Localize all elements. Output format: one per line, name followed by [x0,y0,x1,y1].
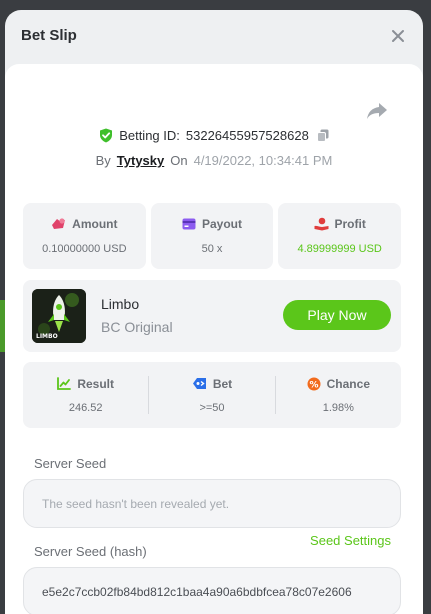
payout-icon [182,218,196,230]
result-column: Result 246.52 [23,377,148,414]
betting-id-row: Betting ID: 53226455957528628 [5,128,423,143]
close-icon [392,30,404,42]
server-seed-label: Server Seed [34,456,107,471]
svg-text:%: % [309,380,318,390]
payout-label: Payout [202,217,243,231]
payout-value: 50 x [201,243,223,255]
profit-value: 4.89999999 USD [297,243,382,255]
user-link[interactable]: Tytysky [117,153,164,168]
seed-settings-link[interactable]: Seed Settings [310,533,391,548]
profit-label: Profit [334,217,366,231]
play-now-button[interactable]: Play Now [283,300,391,330]
bet-tag-icon [192,378,206,389]
modal-header: Bet Slip [5,10,423,64]
server-seed-hash-field[interactable]: e5e2c7ccb02fb84bd812c1baa4a90a6bdbfcea78… [23,567,401,614]
game-thumbnail[interactable]: LIMBO [32,289,86,343]
game-provider: BC Original [101,319,173,335]
bet-label: Bet [212,376,233,391]
by-label: By [95,153,111,168]
betting-id-label: Betting ID: [119,128,180,143]
copy-icon [316,129,329,142]
modal-title: Bet Slip [21,27,77,44]
server-seed-hash-label: Server Seed (hash) [34,544,147,559]
game-thumb-caption: LIMBO [36,333,58,340]
result-icon [57,377,72,390]
profit-card: Profit 4.89999999 USD [278,203,402,269]
amount-label: Amount [72,217,118,231]
shield-check-icon [100,128,113,143]
profit-icon [314,217,328,231]
betting-id-value: 53226455957528628 [185,128,309,143]
bet-slip-content: Betting ID: 53226455957528628 By Tytysky… [5,64,423,614]
share-button[interactable] [365,100,389,122]
server-seed-field[interactable]: The seed hasn't been revealed yet. [23,479,401,528]
chance-icon: % [307,377,321,390]
close-button[interactable] [387,25,409,47]
bet-value: >=50 [199,401,225,414]
amount-value: 0.10000000 USD [42,243,127,255]
game-card: LIMBO Limbo BC Original Play Now [23,280,401,352]
bet-stats: Amount 0.10000000 USD Payout 50 x Profit… [23,203,402,269]
on-label: On [170,153,188,168]
chance-label: Chance [326,376,370,391]
copy-button[interactable] [316,129,329,142]
game-name: Limbo [101,296,140,312]
amount-card: Amount 0.10000000 USD [23,203,146,269]
result-card: Result 246.52 Bet >=50 % Chance 1.98% [23,362,401,428]
payout-card: Payout 50 x [150,203,274,269]
result-value: 246.52 [68,401,103,414]
bet-column: Bet >=50 [149,377,274,414]
bet-date: 4/19/2022, 10:34:41 PM [193,153,333,168]
share-icon [367,103,387,119]
bet-slip-modal: Bet Slip Betting ID: 53226455957528628 B… [5,10,423,614]
chance-value: 1.98% [322,401,354,414]
amount-icon [52,218,66,229]
result-label: Result [77,376,114,391]
chance-column: % Chance 1.98% [276,377,401,414]
bet-author-row: By Tytysky On 4/19/2022, 10:34:41 PM [5,153,423,168]
